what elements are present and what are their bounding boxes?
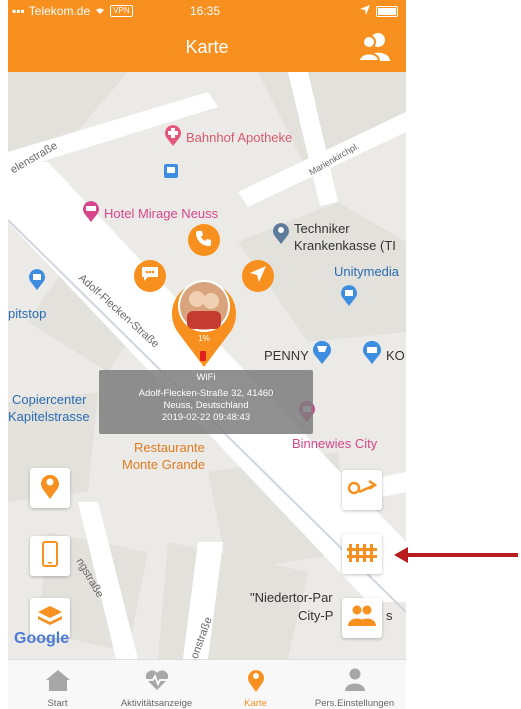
poi-label[interactable]: PENNY [264, 348, 309, 363]
home-icon [45, 668, 71, 692]
location-arrow-icon [360, 4, 370, 18]
carrier-name: Telekom.de [28, 4, 91, 18]
google-attribution: Google [14, 630, 69, 648]
transit-icon [164, 164, 178, 183]
phone-screen: ▪▪▪ Telekom.de VPN 16:35 Karte elenstraß… [8, 0, 406, 709]
cart-pin-icon[interactable] [312, 340, 332, 369]
pharmacy-pin-icon[interactable] [164, 124, 182, 151]
contacts-button[interactable] [342, 598, 382, 638]
route-button[interactable] [342, 470, 382, 510]
poi-label[interactable]: Kapitelstrasse [8, 409, 90, 424]
map-pin-icon [40, 473, 60, 504]
tab-label: Start [47, 698, 68, 709]
map-pin-icon [243, 668, 269, 692]
annotation-arrow-icon [394, 547, 518, 563]
tab-bar: Start Aktivitätsanzeige Karte Pers.Einst… [8, 659, 406, 709]
google-logo-text: Google [14, 630, 70, 647]
location-button[interactable] [30, 468, 70, 508]
poi-label[interactable]: Krankenkasse (TI [294, 238, 396, 253]
battery-level: 1% [198, 334, 210, 343]
device-location-pin[interactable]: 1% [167, 269, 241, 369]
location-timestamp: 2019-02-22 09:48:43 [161, 412, 251, 423]
call-button[interactable] [188, 224, 220, 256]
office-pin-icon[interactable] [272, 222, 290, 249]
tab-start[interactable]: Start [8, 660, 107, 709]
route-icon [347, 477, 378, 504]
group-icon [347, 604, 377, 633]
users-icon[interactable] [357, 32, 392, 62]
device-button[interactable] [30, 536, 70, 576]
status-time: 16:35 [190, 4, 221, 18]
poi-label[interactable]: pitstop [8, 306, 46, 321]
poi-label[interactable]: Techniker [294, 221, 350, 236]
poi-label[interactable]: Unitymedia [334, 264, 399, 279]
poi-label[interactable]: City-P [298, 608, 333, 623]
wifi-icon [94, 4, 106, 18]
person-icon [342, 668, 368, 692]
tab-aktivitaetsanzeige[interactable]: Aktivitätsanzeige [107, 660, 206, 709]
navigation-arrow-icon [249, 265, 267, 288]
shop-pin-icon[interactable] [28, 268, 46, 295]
chat-bubble-icon [140, 265, 160, 288]
vpn-badge: VPN [110, 5, 133, 17]
signal-icon: ▪▪▪ [12, 4, 25, 18]
poi-label[interactable]: Bahnhof Apotheke [186, 130, 292, 145]
heart-pulse-icon [144, 668, 170, 692]
poi-label[interactable]: KO [386, 348, 405, 363]
poi-label[interactable]: Copiercenter [12, 392, 86, 407]
poi-label[interactable]: Restaurante [134, 440, 205, 455]
nav-bar: Karte [8, 22, 406, 72]
address-line-2: Neuss, Deutschland [163, 400, 249, 411]
device-info-popup[interactable]: WiFi Adolf-Flecken-Straße 32, 41460 Neus… [99, 370, 313, 434]
address-line-1: Adolf-Flecken-Straße 32, 41460 [138, 388, 274, 399]
poi-label[interactable]: "Niedertor-Par [250, 590, 333, 605]
tab-pers-einstellungen[interactable]: Pers.Einstellungen [305, 660, 404, 709]
hotel-pin-icon[interactable] [82, 200, 100, 227]
poi-label[interactable]: Binnewies City [292, 436, 377, 451]
tab-label: Pers.Einstellungen [314, 698, 395, 709]
smartphone-icon [42, 540, 58, 572]
poi-label[interactable]: Hotel Mirage Neuss [104, 206, 218, 221]
chat-button[interactable] [134, 260, 166, 292]
page-title: Karte [185, 37, 229, 57]
poi-label[interactable]: s [386, 608, 393, 623]
tab-karte[interactable]: Karte [206, 660, 305, 709]
shop-pin-icon[interactable] [362, 340, 382, 369]
battery-icon [376, 5, 398, 17]
navigate-button[interactable] [242, 260, 274, 292]
poi-label[interactable]: Monte Grande [122, 457, 205, 472]
tab-label: Karte [244, 698, 267, 709]
tab-label: Aktivitätsanzeige [120, 698, 193, 709]
shop-pin-icon[interactable] [340, 284, 358, 311]
geofence-button[interactable] [342, 534, 382, 574]
fence-icon [347, 541, 377, 568]
status-bar: ▪▪▪ Telekom.de VPN 16:35 [8, 0, 406, 22]
map-view[interactable]: elenstraße Marienkirchpl. Adolf-Flecken-… [8, 72, 406, 659]
layers-icon [37, 604, 63, 633]
phone-ring-icon [194, 228, 214, 253]
connection-type: WiFi [196, 372, 216, 383]
